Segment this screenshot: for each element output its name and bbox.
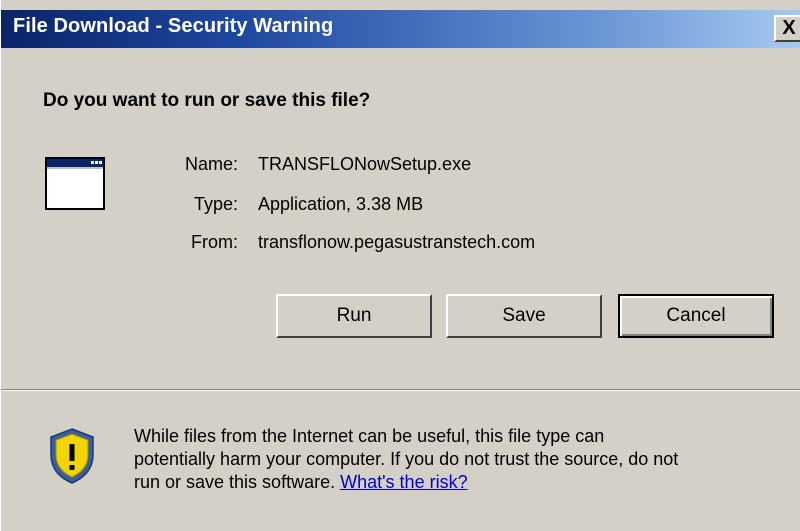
shield-warning-icon <box>50 428 94 484</box>
dialog-question: Do you want to run or save this file? <box>43 90 371 111</box>
save-button[interactable]: Save <box>446 294 602 338</box>
from-label: From: <box>191 232 238 252</box>
name-label: Name: <box>184 154 238 174</box>
file-download-dialog: File Download - Security Warning X Do yo… <box>0 0 800 531</box>
warning-line-1: While files from the Internet can be use… <box>134 426 605 446</box>
file-source-value: transflonow.pegasustranstech.com <box>258 232 536 252</box>
type-label: Type: <box>193 194 238 214</box>
warning-line-2: potentially harm your computer. If you d… <box>134 449 679 469</box>
title-bar[interactable]: File Download - Security Warning X <box>1 10 800 48</box>
close-button[interactable]: X <box>774 15 800 42</box>
file-type-value: Application, 3.38 MB <box>258 194 424 214</box>
window-title: File Download - Security Warning <box>13 15 334 37</box>
whats-the-risk-link[interactable]: What's the risk? <box>340 472 467 492</box>
close-icon: X <box>782 17 796 39</box>
run-button[interactable]: Run <box>276 294 432 338</box>
warning-line-3-text: run or save this software. <box>134 472 336 492</box>
security-warning-text: While files from the Internet can be use… <box>134 425 794 494</box>
application-window-icon <box>45 157 105 210</box>
divider-highlight <box>1 390 800 391</box>
cancel-button[interactable]: Cancel <box>618 294 774 338</box>
warning-line-3: run or save this software. What's the ri… <box>134 471 794 494</box>
file-name-value: TRANSFLONowSetup.exe <box>258 154 472 174</box>
